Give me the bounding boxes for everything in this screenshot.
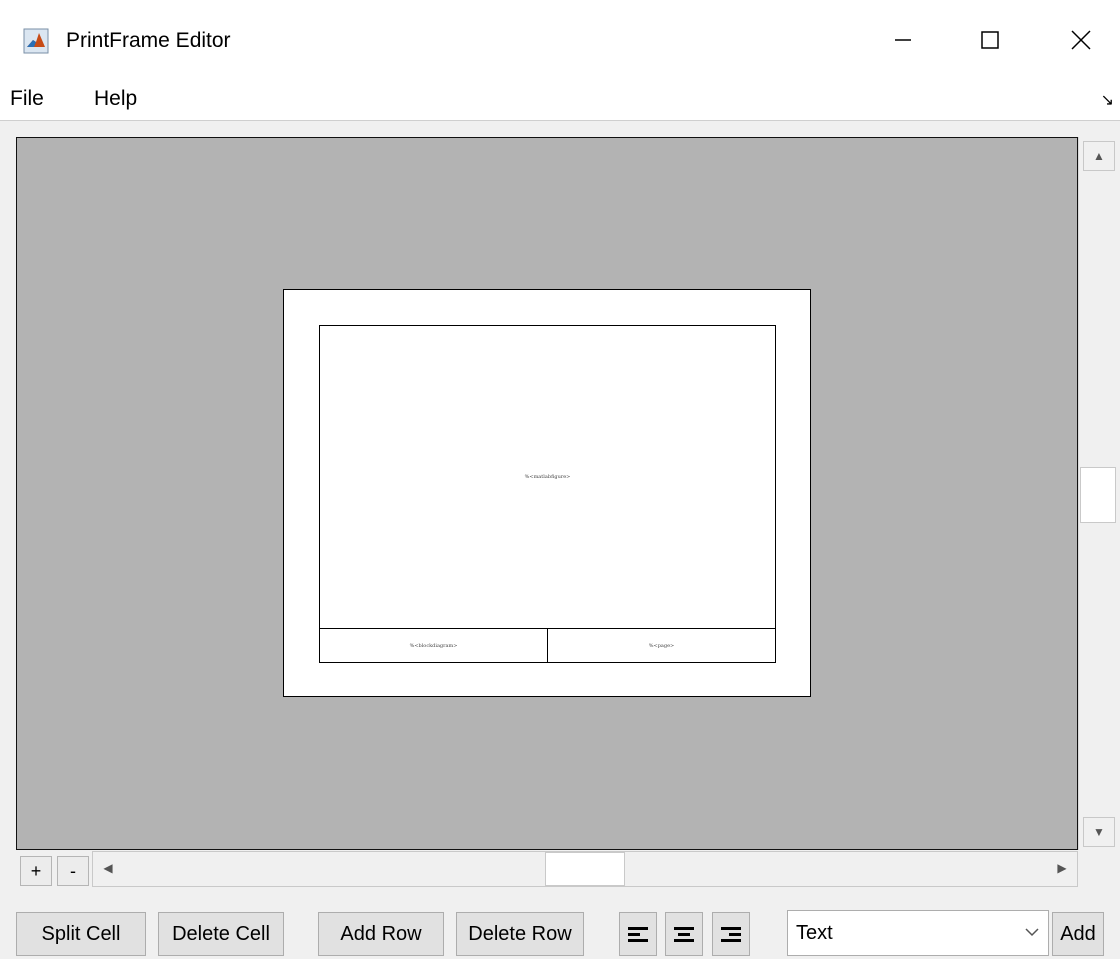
minimize-icon [895, 39, 911, 41]
frame-cell-main-text: %<matlabfigure> [524, 474, 571, 480]
horizontal-scrollbar[interactable]: ◀ ▶ [92, 851, 1078, 887]
scroll-up-icon: ▲ [1093, 149, 1105, 163]
frame-cell-right[interactable]: %<page> [548, 629, 775, 662]
scroll-left-button[interactable]: ◀ [93, 852, 123, 884]
menu-bar: File Help ↘ [0, 80, 1120, 121]
scroll-right-button[interactable]: ▶ [1047, 852, 1077, 884]
editor-canvas[interactable]: %<matlabfigure> %<blockdiagram> %<page> [16, 137, 1078, 850]
frame-cell-left[interactable]: %<blockdiagram> [320, 629, 548, 662]
scroll-up-button[interactable]: ▲ [1083, 141, 1115, 171]
scroll-right-icon: ▶ [1057, 861, 1067, 875]
dock-arrow-icon[interactable]: ↘ [1101, 90, 1114, 110]
minimize-button[interactable] [872, 16, 934, 64]
content-type-value: Text [796, 922, 833, 944]
scroll-down-icon: ▼ [1093, 825, 1105, 839]
vertical-scrollbar[interactable]: ▲ ▼ [1078, 137, 1117, 850]
menu-help[interactable]: Help [94, 84, 137, 114]
window-title: PrintFrame Editor [66, 29, 231, 52]
align-left-button[interactable] [619, 912, 657, 956]
frame-cell-left-text: %<blockdiagram> [409, 643, 458, 649]
menu-file[interactable]: File [10, 84, 44, 114]
delete-cell-button[interactable]: Delete Cell [158, 912, 284, 956]
add-row-button[interactable]: Add Row [318, 912, 444, 956]
align-right-button[interactable] [712, 912, 750, 956]
maximize-button[interactable] [959, 16, 1021, 64]
split-cell-button[interactable]: Split Cell [16, 912, 146, 956]
add-button[interactable]: Add [1052, 912, 1104, 956]
scroll-down-button[interactable]: ▼ [1083, 817, 1115, 847]
maximize-icon [981, 31, 999, 49]
title-bar: PrintFrame Editor [0, 0, 1120, 80]
zoom-in-button[interactable]: + [20, 856, 52, 886]
frame-cell-main[interactable]: %<matlabfigure> [320, 326, 775, 629]
close-button[interactable] [1050, 16, 1112, 64]
align-center-button[interactable] [665, 912, 703, 956]
frame-cell-right-text: %<page> [648, 643, 675, 649]
delete-row-button[interactable]: Delete Row [456, 912, 584, 956]
content-type-dropdown[interactable]: Text [787, 910, 1049, 956]
zoom-out-button[interactable]: - [57, 856, 89, 886]
align-left-icon [628, 927, 648, 942]
scroll-left-icon: ◀ [103, 861, 113, 875]
horizontal-scroll-thumb[interactable] [545, 852, 625, 886]
close-icon [1071, 30, 1091, 50]
vertical-scroll-thumb[interactable] [1080, 467, 1116, 523]
print-page: %<matlabfigure> %<blockdiagram> %<page> [283, 289, 811, 697]
chevron-down-icon [1025, 928, 1039, 937]
print-frame: %<matlabfigure> %<blockdiagram> %<page> [319, 325, 776, 663]
align-center-icon [674, 927, 694, 942]
align-right-icon [721, 927, 741, 942]
matlab-logo-icon [23, 28, 49, 54]
